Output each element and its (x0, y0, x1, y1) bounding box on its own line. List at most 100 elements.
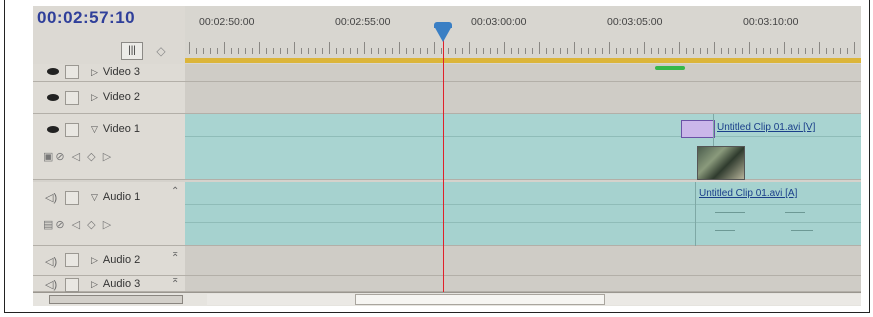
playhead-handle[interactable] (434, 26, 452, 42)
track-header-video-3[interactable]: ▷ Video 3 (33, 64, 185, 82)
track-header-audio-1[interactable]: ◁) ▽ Audio 1 ⌃ ▤⊘ ◁ ◇ ▷ (33, 182, 185, 246)
ruler-tick (525, 48, 526, 54)
lock-icon[interactable] (65, 65, 79, 79)
track-label: Video 2 (102, 91, 141, 103)
ruler-tick (644, 42, 645, 54)
track-label: Video 3 (102, 66, 141, 78)
ruler-tick (413, 48, 414, 54)
ruler-tick (392, 48, 393, 54)
collapse-triangle-icon[interactable]: ▽ (91, 192, 98, 202)
ruler-tick (707, 48, 708, 54)
scrollbar-thumb[interactable] (355, 294, 605, 305)
ruler-tick (350, 48, 351, 54)
snap-icon[interactable]: ||| (121, 42, 143, 60)
ruler-tick (231, 48, 232, 54)
track-video-2[interactable] (185, 82, 861, 114)
track-scroll-icon[interactable]: ⌅ (171, 248, 179, 259)
time-ruler[interactable]: 00:02:50:00 00:02:55:00 00:03:00:00 00:0… (185, 6, 861, 65)
ruler-tick (798, 48, 799, 54)
ruler-tick (847, 48, 848, 54)
speaker-icon[interactable]: ◁) (45, 278, 57, 291)
track-audio-2[interactable] (185, 246, 861, 276)
audio-lane (185, 204, 861, 205)
ruler-tick (770, 48, 771, 54)
track-header-video-1[interactable]: ▽ Video 1 ▣⊘ ◁ ◇ ▷ (33, 114, 185, 180)
expand-triangle-icon[interactable]: ▷ (91, 67, 98, 77)
ruler-tick (609, 42, 610, 54)
ruler-tick (616, 48, 617, 54)
ruler-tick (672, 48, 673, 54)
ruler-tick (469, 42, 470, 54)
ruler-tick (777, 48, 778, 54)
keyframe-controls[interactable]: ▤⊘ ◁ ◇ ▷ (43, 218, 113, 231)
lock-icon[interactable] (65, 191, 79, 205)
ruler-tick (294, 42, 295, 54)
ruler-tick (784, 42, 785, 54)
ruler-tick (364, 42, 365, 54)
ruler-tick (329, 42, 330, 54)
ruler-tick (308, 48, 309, 54)
transition-icon[interactable] (681, 120, 715, 138)
lock-icon[interactable] (65, 91, 79, 105)
track-header-audio-2[interactable]: ◁) ▷ Audio 2 ⌅ (33, 246, 185, 276)
ruler-tick (651, 48, 652, 54)
eye-icon[interactable] (47, 94, 59, 101)
ruler-label: 00:03:10:00 (743, 16, 799, 28)
speaker-icon[interactable]: ◁) (45, 191, 57, 204)
video-clip-name[interactable]: Untitled Clip 01.avi [V] (717, 122, 815, 133)
timeline-panel: 00:02:57:10 ||| ◇ 00:02:50:00 00:02:55:0… (33, 6, 861, 306)
track-header-video-2[interactable]: ▷ Video 2 (33, 82, 185, 114)
collapse-triangle-icon[interactable]: ▽ (91, 124, 98, 134)
ruler-tick (735, 48, 736, 54)
marker-icon[interactable]: ◇ (154, 42, 168, 60)
ruler-tick (812, 48, 813, 54)
ruler-tick (595, 48, 596, 54)
zoom-slider[interactable] (49, 295, 183, 304)
track-video-3[interactable] (185, 64, 861, 82)
ruler-tick (819, 42, 820, 54)
ruler-tick (756, 48, 757, 54)
ruler-tick (252, 48, 253, 54)
expand-triangle-icon[interactable]: ▷ (91, 255, 98, 265)
ruler-tick (679, 42, 680, 54)
track-label: Audio 1 (102, 191, 141, 203)
track-video-1[interactable]: Untitled Clip 01.avi [V] (185, 114, 861, 180)
ruler-tick (728, 48, 729, 54)
expand-triangle-icon[interactable]: ▷ (91, 92, 98, 102)
waveform-mark (715, 230, 735, 231)
audio-clip-name[interactable]: Untitled Clip 01.avi [A] (699, 188, 797, 199)
timeline-header: 00:02:57:10 ||| ◇ (33, 6, 185, 65)
ruler-tick (686, 48, 687, 54)
ruler-label: 00:02:55:00 (335, 16, 391, 28)
clip-thumbnail[interactable] (697, 146, 745, 180)
lock-icon[interactable] (65, 278, 79, 292)
track-audio-1[interactable]: Untitled Clip 01.avi [A] (185, 182, 861, 246)
eye-icon[interactable] (47, 68, 59, 75)
ruler-tick (357, 48, 358, 54)
keyframe-controls[interactable]: ▣⊘ ◁ ◇ ▷ (43, 150, 113, 163)
track-scroll-up-icon[interactable]: ⌃ (171, 186, 179, 197)
eye-icon[interactable] (47, 126, 59, 133)
ruler-tick (749, 42, 750, 54)
ruler-tick (399, 42, 400, 54)
expand-triangle-icon[interactable]: ▷ (91, 279, 98, 289)
playhead-line[interactable] (443, 36, 444, 306)
work-area-bar[interactable] (185, 58, 861, 63)
ruler-tick (322, 48, 323, 54)
ruler-tick (833, 48, 834, 54)
horizontal-scrollbar[interactable] (207, 294, 861, 305)
ruler-tick (301, 48, 302, 54)
lock-icon[interactable] (65, 123, 79, 137)
ruler-tick (343, 48, 344, 54)
ruler-tick (280, 48, 281, 54)
track-header-audio-3[interactable]: ◁) ▷ Audio 3 ⌅ (33, 274, 185, 292)
current-timecode[interactable]: 00:02:57:10 (37, 8, 135, 28)
timeline-bottom-bar (33, 292, 861, 306)
track-scroll-icon[interactable]: ⌅ (171, 274, 179, 285)
ruler-tick (378, 48, 379, 54)
speaker-icon[interactable]: ◁) (45, 255, 57, 268)
track-audio-3[interactable] (185, 276, 861, 292)
ruler-tick (427, 48, 428, 54)
ruler-tick (574, 42, 575, 54)
lock-icon[interactable] (65, 253, 79, 267)
